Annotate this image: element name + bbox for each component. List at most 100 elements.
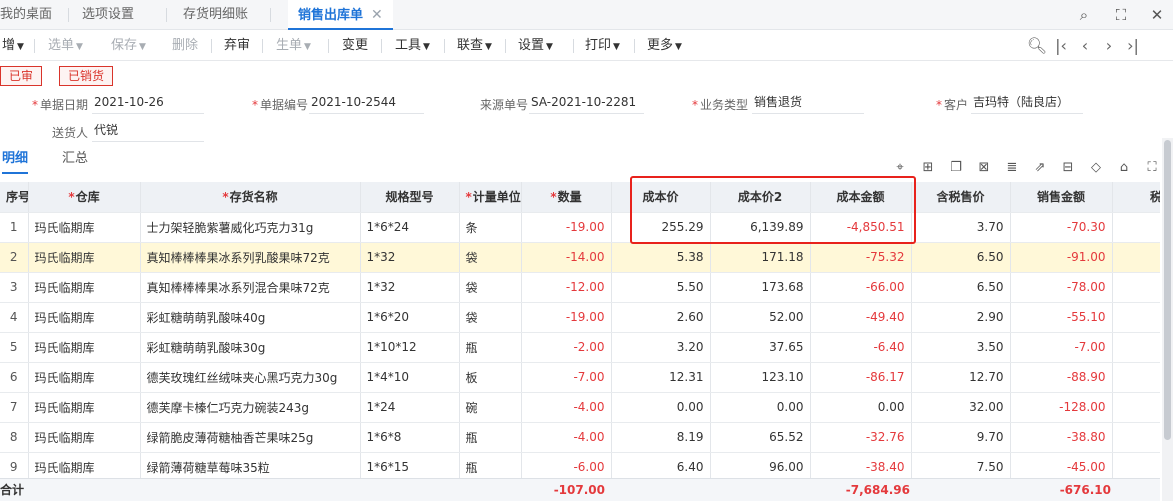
locate-search-icon[interactable]: 🔍︎: [1026, 30, 1048, 61]
cell-name[interactable]: 士力架轻脆紫薯威化巧克力31g: [140, 212, 361, 243]
col-header-tax-price[interactable]: 含税售价: [911, 182, 1011, 213]
table-row[interactable]: 5 玛氏临期库 彩虹糖萌萌乳酸味30g 1*10*12 瓶 -2.00 3.20 37.65-…: [0, 332, 1160, 363]
cell-warehouse[interactable]: 玛氏临期库: [28, 452, 141, 478]
cell-sale-amount[interactable]: -128.00: [1010, 392, 1113, 423]
biz-type-select[interactable]: 销售退货: [752, 92, 864, 114]
cell-idx[interactable]: 6: [0, 362, 29, 393]
column-settings-icon[interactable]: ⊟: [1059, 158, 1077, 178]
tab-options[interactable]: 选项设置: [82, 0, 134, 30]
cell-cost2[interactable]: 171.18: [710, 242, 811, 273]
cell-cost-amount[interactable]: -32.76: [810, 422, 912, 453]
cell-cost-amount[interactable]: -4,850.51: [810, 212, 912, 243]
table-row[interactable]: 1 玛氏临期库 士力架轻脆紫薯威化巧克力31g 1*6*24 条 -19.00 255.29…: [0, 212, 1160, 243]
cell-qty[interactable]: -4.00: [521, 422, 612, 453]
cell-cost2[interactable]: 96.00: [710, 452, 811, 478]
cell-cost[interactable]: 255.29: [611, 212, 711, 243]
cell-warehouse[interactable]: 玛氏临期库: [28, 362, 141, 393]
cell-tax[interactable]: [1112, 332, 1160, 363]
cell-spec[interactable]: 1*24: [360, 392, 460, 423]
first-record-icon[interactable]: |‹: [1050, 30, 1072, 61]
cell-tax-price[interactable]: 6.50: [911, 272, 1011, 303]
more-menu[interactable]: 更多 ▼: [647, 30, 682, 61]
delete-row-icon[interactable]: ⊠: [975, 158, 993, 178]
settings-menu[interactable]: 设置 ▼: [518, 30, 553, 61]
col-header-cost2[interactable]: 成本价2: [710, 182, 811, 213]
table-row[interactable]: 9 玛氏临期库 绿箭薄荷糖草莓味35粒 1*6*15 瓶 -6.00 6.40 96.00 -3…: [0, 452, 1160, 478]
col-header-unit[interactable]: *计量单位: [459, 182, 522, 213]
cell-sale-amount[interactable]: -45.00: [1010, 452, 1113, 478]
cell-idx[interactable]: 3: [0, 272, 29, 303]
col-header-idx[interactable]: 序号: [0, 182, 29, 213]
cell-tax-price[interactable]: 2.90: [911, 302, 1011, 333]
cell-cost2[interactable]: 173.68: [710, 272, 811, 303]
cell-idx[interactable]: 2: [0, 242, 29, 273]
cell-unit[interactable]: 瓶: [459, 452, 522, 478]
select-order-button[interactable]: 选单 ▼: [48, 30, 83, 61]
col-header-spec[interactable]: 规格型号: [360, 182, 460, 213]
cell-idx[interactable]: 9: [0, 452, 29, 478]
col-header-sale-amount[interactable]: 销售金额: [1010, 182, 1113, 213]
cell-qty[interactable]: -19.00: [521, 212, 612, 243]
cell-cost-amount[interactable]: -38.40: [810, 452, 912, 478]
cell-qty[interactable]: -19.00: [521, 302, 612, 333]
col-header-qty[interactable]: *数量: [521, 182, 612, 213]
cell-qty[interactable]: -6.00: [521, 452, 612, 478]
cell-sale-amount[interactable]: -7.00: [1010, 332, 1113, 363]
cell-idx[interactable]: 8: [0, 422, 29, 453]
cell-cost2[interactable]: 37.65: [710, 332, 811, 363]
cell-unit[interactable]: 瓶: [459, 332, 522, 363]
tab-summary[interactable]: 汇总: [62, 150, 88, 174]
change-button[interactable]: 变更: [342, 30, 368, 61]
cell-tax-price[interactable]: 6.50: [911, 242, 1011, 273]
table-row[interactable]: 4 玛氏临期库 彩虹糖萌萌乳酸味40g 1*6*20 袋 -19.00 2.60 52.00-…: [0, 302, 1160, 333]
add-button[interactable]: 增 ▼: [2, 30, 24, 61]
cell-cost[interactable]: 6.40: [611, 452, 711, 478]
cell-idx[interactable]: 4: [0, 302, 29, 333]
tab-desktop[interactable]: 我的桌面: [0, 0, 52, 30]
cell-tax[interactable]: [1112, 362, 1160, 393]
save-button[interactable]: 保存 ▼: [111, 30, 146, 61]
cell-qty[interactable]: -2.00: [521, 332, 612, 363]
cell-cost[interactable]: 8.19: [611, 422, 711, 453]
cell-name[interactable]: 德芙玫瑰红丝绒味夹心黑巧克力30g: [140, 362, 361, 393]
cell-sale-amount[interactable]: -55.10: [1010, 302, 1113, 333]
cell-tax-price[interactable]: 3.50: [911, 332, 1011, 363]
cell-cost2[interactable]: 52.00: [710, 302, 811, 333]
cell-unit[interactable]: 条: [459, 212, 522, 243]
export-icon[interactable]: ⇗: [1031, 158, 1049, 178]
cell-tax[interactable]: [1112, 212, 1160, 243]
cell-cost-amount[interactable]: -6.40: [810, 332, 912, 363]
warehouse-icon[interactable]: ⌂: [1115, 158, 1133, 178]
cell-tax[interactable]: [1112, 452, 1160, 478]
cell-cost-amount[interactable]: -49.40: [810, 302, 912, 333]
cell-spec[interactable]: 1*32: [360, 272, 460, 303]
cell-spec[interactable]: 1*4*10: [360, 362, 460, 393]
cell-qty[interactable]: -4.00: [521, 392, 612, 423]
cell-qty[interactable]: -12.00: [521, 272, 612, 303]
tag-icon[interactable]: ◇: [1087, 158, 1105, 178]
close-window-icon[interactable]: ✕: [1141, 0, 1173, 30]
tools-menu[interactable]: 工具 ▼: [395, 30, 430, 61]
cell-spec[interactable]: 1*6*24: [360, 212, 460, 243]
cell-tax[interactable]: [1112, 392, 1160, 423]
cell-cost2[interactable]: 0.00: [710, 392, 811, 423]
cell-cost[interactable]: 5.50: [611, 272, 711, 303]
table-row[interactable]: 2 玛氏临期库 真知棒棒棒果冰系列乳酸果味72克 1*32 袋 -14.00 5.38 171…: [0, 242, 1160, 273]
cell-warehouse[interactable]: 玛氏临期库: [28, 332, 141, 363]
cell-unit[interactable]: 袋: [459, 272, 522, 303]
cell-tax-price[interactable]: 32.00: [911, 392, 1011, 423]
copy-row-icon[interactable]: ❐: [947, 158, 965, 178]
cell-cost2[interactable]: 123.10: [710, 362, 811, 393]
tab-sales-outbound[interactable]: 销售出库单 ✕: [288, 0, 393, 30]
cell-spec[interactable]: 1*10*12: [360, 332, 460, 363]
cell-sale-amount[interactable]: -70.30: [1010, 212, 1113, 243]
doc-no-field[interactable]: 2021-10-2544: [309, 92, 424, 114]
cell-idx[interactable]: 7: [0, 392, 29, 423]
vertical-scrollbar[interactable]: [1162, 138, 1173, 501]
col-header-tax[interactable]: 税额: [1112, 182, 1160, 213]
cell-name[interactable]: 德芙摩卡榛仁巧克力碗装243g: [140, 392, 361, 423]
cell-name[interactable]: 彩虹糖萌萌乳酸味40g: [140, 302, 361, 333]
cell-warehouse[interactable]: 玛氏临期库: [28, 242, 141, 273]
col-header-warehouse[interactable]: *仓库: [28, 182, 141, 213]
cell-tax[interactable]: [1112, 302, 1160, 333]
